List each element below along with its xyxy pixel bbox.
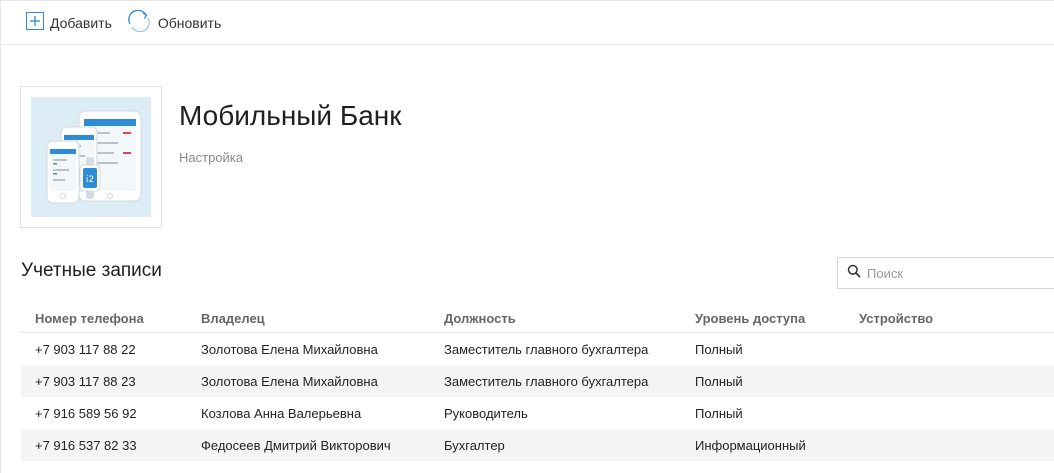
app-image-frame: i2 <box>20 86 162 228</box>
cell-position: Заместитель главного бухгалтера <box>444 365 695 397</box>
cell-owner: Золотова Елена Михайловна <box>197 365 444 397</box>
table-row[interactable]: +7 916 589 56 92 Козлова Анна Валерьевна… <box>21 397 1054 429</box>
add-button-label: Добавить <box>50 14 112 31</box>
cell-owner: Федосеев Дмитрий Викторович <box>197 429 444 461</box>
cell-access-level: Полный <box>695 365 859 397</box>
cell-device <box>859 365 1054 397</box>
table-row[interactable]: +7 903 117 88 23 Золотова Елена Михайлов… <box>21 365 1054 397</box>
cell-device <box>859 429 1054 461</box>
cell-access-level: Полный <box>695 397 859 429</box>
cell-phone: +7 916 537 82 33 <box>21 429 197 461</box>
toolbar: Добавить Обновить <box>1 1 1054 45</box>
cell-phone: +7 903 117 88 23 <box>21 365 197 397</box>
table-header-row: Номер телефона Владелец Должность Уровен… <box>21 305 1054 333</box>
cell-device <box>859 332 1054 365</box>
refresh-button-label: Обновить <box>157 14 222 31</box>
cell-access-level: Информационный <box>695 429 859 461</box>
cell-owner: Золотова Елена Михайловна <box>197 332 444 365</box>
cell-position: Заместитель главного бухгалтера <box>444 332 695 365</box>
search-input[interactable] <box>867 265 1047 281</box>
refresh-button[interactable]: Обновить <box>126 9 222 35</box>
page-title: Мобильный Банк <box>179 100 402 131</box>
cell-device <box>859 397 1054 429</box>
add-button[interactable]: Добавить <box>26 12 112 33</box>
cell-owner: Козлова Анна Валерьевна <box>197 397 444 429</box>
app-window: Добавить Обновить i2 Мобильный Банк Наст… <box>0 0 1054 473</box>
cell-phone: +7 916 589 56 92 <box>21 397 197 429</box>
search-icon <box>847 264 861 283</box>
column-header-owner[interactable]: Владелец <box>197 305 444 333</box>
accounts-section-title: Учетные записи <box>21 260 162 281</box>
refresh-icon <box>126 9 152 35</box>
cell-phone: +7 903 117 88 22 <box>21 332 197 365</box>
page-subtitle: Настройка <box>179 150 243 165</box>
table-row[interactable]: +7 916 537 82 33 Федосеев Дмитрий Виктор… <box>21 429 1054 461</box>
accounts-table: Номер телефона Владелец Должность Уровен… <box>21 305 1054 461</box>
svg-text:i2: i2 <box>86 175 94 185</box>
plus-icon <box>26 12 44 33</box>
mobile-devices-icon: i2 <box>31 97 151 217</box>
column-header-phone[interactable]: Номер телефона <box>21 305 197 333</box>
cell-access-level: Полный <box>695 332 859 365</box>
search-box <box>837 257 1054 289</box>
table-row[interactable]: +7 903 117 88 22 Золотова Елена Михайлов… <box>21 332 1054 365</box>
cell-position: Руководитель <box>444 397 695 429</box>
column-header-access-level[interactable]: Уровень доступа <box>695 305 859 333</box>
cell-position: Бухгалтер <box>444 429 695 461</box>
column-header-position[interactable]: Должность <box>444 305 695 333</box>
column-header-device[interactable]: Устройство <box>859 305 1054 333</box>
